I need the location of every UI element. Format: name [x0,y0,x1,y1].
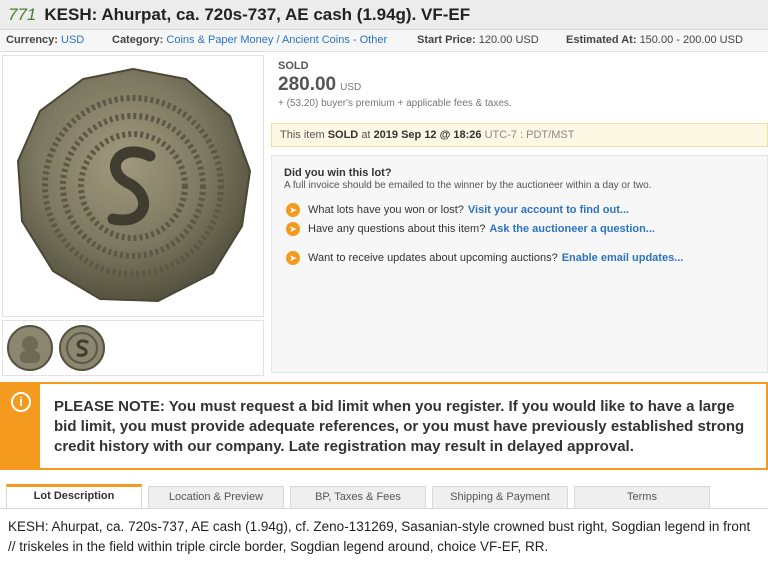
estimate-label: Estimated At: [566,34,637,46]
category-link[interactable]: Coins & Paper Money / Ancient Coins - Ot… [166,34,387,46]
sold-notice-sold: SOLD [327,129,359,141]
win-item-text: What lots have you won or lost? [308,204,464,216]
enable-email-link[interactable]: Enable email updates... [562,252,684,264]
thumbnail-reverse-graphic [59,325,105,371]
win-item-text: Want to receive updates about upcoming a… [308,252,558,264]
info-icon: i [11,392,31,412]
note-text: PLEASE NOTE: You must request a bid limi… [54,397,754,457]
lot-description-text: KESH: Ahurpat, ca. 720s-737, AE cash (1.… [8,519,751,554]
win-question: Did you win this lot? [284,167,392,179]
price-line: 280.00 USD [278,74,512,96]
main-coin-image[interactable] [2,55,264,317]
start-price-group: Start Price: 120.00 USD [417,34,539,46]
start-price-label: Start Price: [417,34,476,46]
currency-link[interactable]: USD [61,34,84,46]
category-label: Category: [112,34,164,46]
sold-status: SOLD [278,60,309,72]
win-lot-panel: Did you win this lot? A full invoice sho… [271,155,768,373]
sold-notice-prefix: This item [280,129,325,141]
currency-label: Currency: [6,34,58,46]
tab-terms[interactable]: Terms [574,486,710,508]
category-group: Category: Coins & Paper Money / Ancient … [112,34,387,46]
sold-notice-at: at [361,129,371,141]
lot-title-bar: 771 KESH: Ahurpat, ca. 720s-737, AE cash … [0,0,768,30]
lot-number: 771 [8,5,37,24]
note-bold: PLEASE NOTE: [54,398,165,415]
visit-account-link[interactable]: Visit your account to find out... [468,204,629,216]
win-subtext: A full invoice should be emailed to the … [284,180,652,191]
lot-info-bar: Currency: USD Category: Coins & Paper Mo… [0,30,768,52]
lot-title: KESH: Ahurpat, ca. 720s-737, AE cash (1.… [44,5,471,24]
sold-price: 280.00 [278,74,337,95]
win-item-questions: ➤ Have any questions about this item? As… [286,222,655,236]
lot-tabs: Lot Description Location & Preview BP, T… [0,484,768,509]
tab-lot-description[interactable]: Lot Description [6,484,142,508]
thumbnail-strip [2,320,264,376]
estimate-value: 150.00 - 200.00 USD [639,34,743,46]
arrow-right-icon: ➤ [286,251,300,265]
thumbnail-obverse[interactable] [6,324,54,372]
sold-notice-datetime: 2019 Sep 12 @ 18:26 [373,129,482,141]
please-note-banner: i PLEASE NOTE: You must request a bid li… [0,382,768,470]
thumbnail-obverse-graphic [7,325,53,371]
estimate-group: Estimated At: 150.00 - 200.00 USD [566,34,743,46]
coin-image-graphic [16,67,252,303]
currency-group: Currency: USD [6,34,84,46]
note-side-strip: i [2,384,40,468]
start-price-value: 120.00 USD [478,34,539,46]
sold-notice: This item SOLD at 2019 Sep 12 @ 18:26 UT… [271,123,768,147]
sold-currency: USD [340,82,362,93]
win-item-updates: ➤ Want to receive updates about upcoming… [286,251,683,265]
buyers-premium: + (53.20) buyer's premium + applicable f… [278,98,512,109]
arrow-right-icon: ➤ [286,222,300,236]
tab-shipping-payment[interactable]: Shipping & Payment [432,486,568,508]
tab-location-preview[interactable]: Location & Preview [148,486,284,508]
sold-notice-timezone: UTC-7 : PDT/MST [484,129,575,141]
sale-result: SOLD 280.00 USD + (53.20) buyer's premium… [278,60,512,109]
arrow-right-icon: ➤ [286,203,300,217]
tab-bp-taxes-fees[interactable]: BP, Taxes & Fees [290,486,426,508]
thumbnail-reverse[interactable] [58,324,106,372]
win-item-text: Have any questions about this item? [308,223,486,235]
win-item-account: ➤ What lots have you won or lost? Visit … [286,203,629,217]
ask-auctioneer-link[interactable]: Ask the auctioneer a question... [489,223,655,235]
